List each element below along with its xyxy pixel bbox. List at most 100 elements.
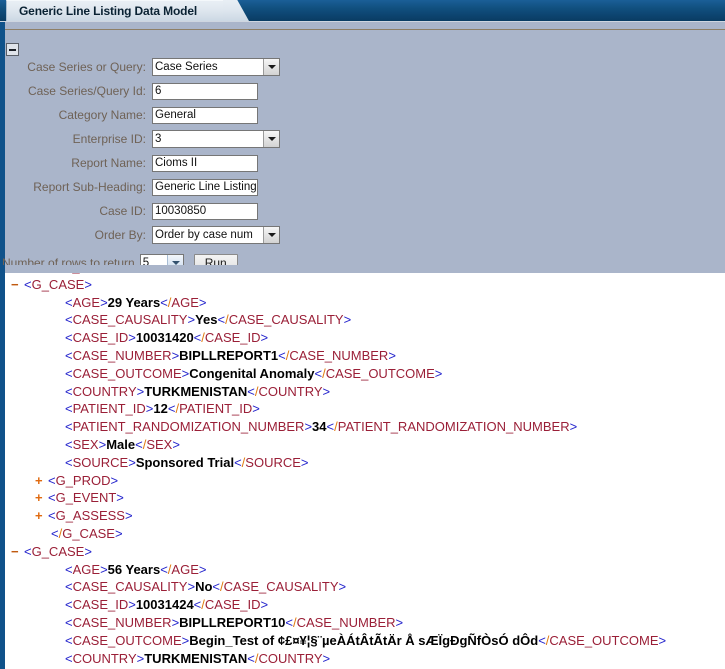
- xml-line: + <G_PROD>: [5, 472, 725, 490]
- input-report-name[interactable]: Cioms II: [152, 154, 258, 172]
- parameter-fields: Case Series or Query: Case Series Case Ser…: [0, 55, 725, 265]
- xml-output-view[interactable]: </G_COVERPG>−<G_CASE><AGE>29 Years</AGE>…: [0, 265, 725, 669]
- xml-tag-name: SOURCE: [245, 454, 301, 470]
- xml-line: <COUNTRY>TURKMENISTAN</COUNTRY>: [5, 383, 725, 401]
- input-case-series-query-id[interactable]: 6: [152, 82, 258, 100]
- xml-tag-name: CASE_NUMBER: [72, 347, 172, 363]
- angle-bracket: <: [65, 347, 73, 363]
- collapse-node-toggle-icon[interactable]: −: [11, 276, 24, 294]
- angle-bracket: <: [65, 597, 73, 613]
- xml-line: <AGE>29 Years</AGE>: [5, 294, 725, 312]
- xml-line: <CASE_NUMBER>BIPLLREPORT10</CASE_NUMBER>: [5, 614, 725, 632]
- angle-bracket: <: [65, 579, 73, 595]
- angle-bracket: <: [65, 383, 73, 399]
- xml-element-value: No: [195, 579, 213, 595]
- xml-tag-name: COUNTRY: [72, 650, 137, 666]
- xml-line: <CASE_NUMBER>BIPLLREPORT1</CASE_NUMBER>: [5, 347, 725, 365]
- angle-bracket: >: [260, 330, 269, 346]
- xml-line: <PATIENT_RANDOMIZATION_NUMBER>34</PATIEN…: [5, 418, 725, 436]
- xml-tag-name: G_CASE: [62, 525, 115, 541]
- xml-tag-name: G_CASE: [31, 276, 85, 292]
- chevron-down-icon[interactable]: [263, 227, 279, 243]
- angle-bracket: >: [388, 347, 396, 363]
- angle-bracket: >: [128, 597, 136, 613]
- angle-bracket: >: [128, 330, 136, 346]
- xml-tag-name: CASE_OUTCOME: [325, 365, 435, 381]
- select-order-by[interactable]: Order by case num: [152, 226, 280, 244]
- xml-line: <SOURCE>Sponsored Trial</SOURCE>: [5, 454, 725, 472]
- angle-bracket: <: [538, 632, 546, 648]
- angle-bracket: <: [65, 365, 73, 381]
- xml-element-value: Yes: [195, 312, 218, 328]
- angle-bracket: <: [65, 312, 73, 328]
- xml-element-value: Begin_Test of ¢£¤¥¦§¨µeÀÁtÂtÃtÄr Å sÆÏgÐ…: [189, 632, 539, 648]
- xml-tag-name: CASE_CAUSALITY: [228, 312, 344, 328]
- xml-line: <AGE>56 Years</AGE>: [5, 561, 725, 579]
- xml-element-value: Sponsored Trial: [135, 454, 235, 470]
- xml-line: − <G_CASE>: [5, 276, 725, 294]
- angle-bracket: <: [65, 614, 73, 630]
- angle-bracket: >: [198, 561, 207, 577]
- input-case-id[interactable]: 10030850: [152, 202, 258, 220]
- select-case-series-or-query[interactable]: Case Series: [152, 58, 280, 76]
- angle-bracket: <: [160, 561, 168, 577]
- xml-tag-name: PATIENT_RANDOMIZATION_NUMBER: [337, 419, 570, 435]
- xml-tag-name: SOURCE: [72, 454, 129, 470]
- expand-node-toggle-icon[interactable]: +: [35, 489, 48, 507]
- field-label: Case Series or Query:: [27, 60, 146, 74]
- select-rows-to-return[interactable]: 5: [139, 254, 184, 265]
- rows-to-return-label: Number of rows to return: [2, 256, 135, 265]
- angle-bracket: <: [48, 508, 56, 524]
- expand-node-toggle-icon[interactable]: +: [35, 472, 48, 490]
- angle-bracket: >: [128, 454, 136, 470]
- xml-tag-name: CASE_ID: [72, 597, 129, 613]
- tab-label: Generic Line Listing Data Model: [19, 4, 198, 18]
- angle-bracket: >: [187, 312, 196, 328]
- angle-bracket: >: [84, 276, 92, 292]
- angle-bracket: >: [252, 401, 260, 417]
- angle-bracket: >: [260, 597, 269, 613]
- field-label: Category Name:: [58, 108, 146, 122]
- select-enterprise-id[interactable]: 3: [152, 130, 280, 148]
- xml-tag-name: AGE: [72, 294, 101, 310]
- xml-element-value: BIPLLREPORT10: [179, 614, 286, 630]
- angle-bracket: >: [172, 436, 180, 452]
- xml-line: <COUNTRY>TURKMENISTAN</COUNTRY>: [5, 650, 725, 668]
- input-report-sub-heading[interactable]: Generic Line Listing: [152, 178, 258, 196]
- xml-line: − <G_CASE>: [5, 543, 725, 561]
- angle-bracket: <: [234, 454, 242, 470]
- xml-tag-name: SEX: [72, 436, 99, 452]
- run-button[interactable]: Run: [193, 253, 238, 265]
- form-row: Order By: Order by case num: [0, 223, 725, 247]
- select-value: 5: [142, 257, 150, 265]
- form-row: Case ID: 10030850: [0, 199, 725, 223]
- xml-element-value: 56 Years: [107, 561, 161, 577]
- xml-line: + <G_EVENT>: [5, 489, 725, 507]
- xml-tag-name: COUNTRY: [258, 650, 323, 666]
- tab-generic-line-listing-data-model[interactable]: Generic Line Listing Data Model: [6, 0, 224, 21]
- expand-node-toggle-icon[interactable]: +: [35, 507, 48, 525]
- angle-bracket: <: [217, 312, 226, 328]
- xml-tag-name: CASE_OUTCOME: [549, 632, 659, 648]
- angle-bracket: <: [65, 401, 73, 417]
- chevron-down-icon[interactable]: [263, 59, 279, 75]
- xml-line-list: </G_COVERPG>−<G_CASE><AGE>29 Years</AGE>…: [5, 265, 725, 667]
- chevron-down-icon[interactable]: [263, 131, 279, 147]
- angle-bracket: >: [304, 419, 313, 435]
- chevron-down-icon[interactable]: [166, 255, 183, 265]
- tab-slant-edge: [223, 0, 249, 21]
- xml-tag-name: CASE_ID: [204, 597, 261, 613]
- xml-line: <PATIENT_ID>12</PATIENT_ID>: [5, 400, 725, 418]
- xml-tag-name: G_CASE: [31, 543, 85, 559]
- xml-tag-name: CASE_ID: [204, 330, 261, 346]
- angle-bracket: <: [65, 436, 73, 452]
- collapse-node-toggle-icon[interactable]: −: [11, 543, 24, 561]
- xml-line: <CASE_ID>10031424</CASE_ID>: [5, 596, 725, 614]
- xml-tag-name: CASE_CAUSALITY: [72, 312, 188, 328]
- angle-bracket: >: [569, 419, 578, 435]
- angle-bracket: <: [48, 472, 56, 488]
- input-category-name[interactable]: General: [152, 106, 258, 124]
- angle-bracket: <: [160, 294, 168, 310]
- angle-bracket: >: [124, 508, 133, 524]
- field-label: Enterprise ID:: [72, 132, 146, 146]
